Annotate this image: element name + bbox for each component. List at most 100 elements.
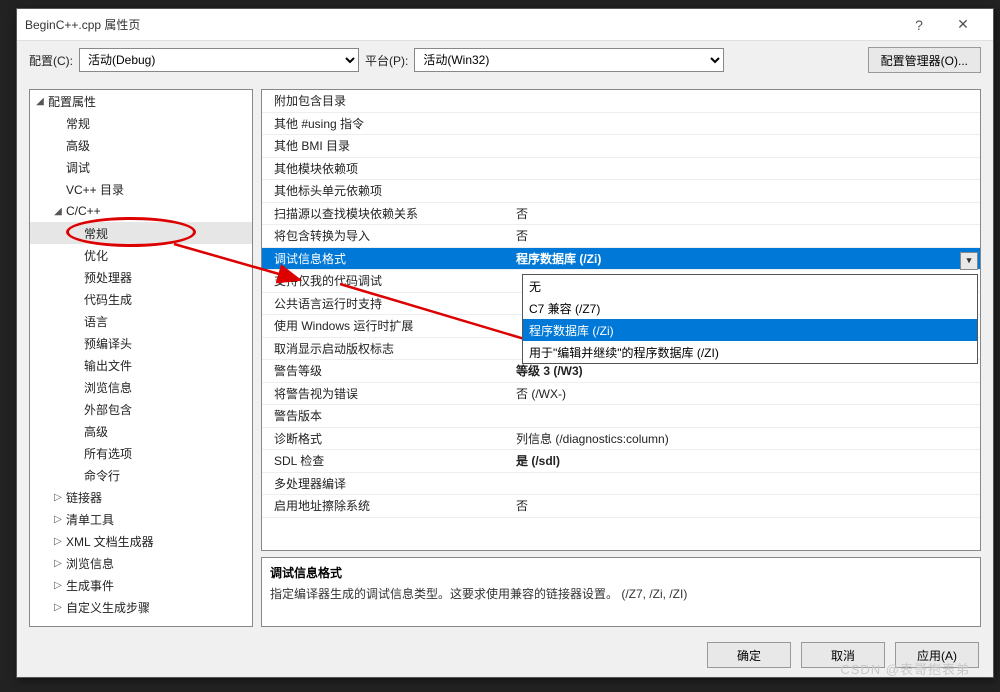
config-select[interactable]: 活动(Debug) [79, 48, 359, 72]
description-title: 调试信息格式 [270, 564, 972, 581]
tree-item-输出文件[interactable]: 输出文件 [30, 354, 252, 376]
dropdown-option[interactable]: 用于"编辑并继续"的程序数据库 (/ZI) [523, 341, 977, 363]
tree-item-生成事件[interactable]: ▷生成事件 [30, 574, 252, 596]
tree-item-label: 高级 [82, 423, 108, 440]
tree-item-浏览信息[interactable]: 浏览信息 [30, 376, 252, 398]
dropdown-option[interactable]: 程序数据库 (/Zi) [523, 319, 977, 341]
debug-format-dropdown[interactable]: 无C7 兼容 (/Z7)程序数据库 (/Zi)用于"编辑并继续"的程序数据库 (… [522, 274, 978, 364]
tree-item-调试[interactable]: 调试 [30, 156, 252, 178]
tree-item-label: 调试 [64, 159, 90, 176]
description-pane: 调试信息格式 指定编译器生成的调试信息类型。这要求使用兼容的链接器设置。 (/Z… [261, 557, 981, 627]
tree-item-label: VC++ 目录 [64, 181, 124, 198]
property-name: 警告版本 [262, 407, 510, 424]
property-name: 使用 Windows 运行时扩展 [262, 317, 510, 334]
description-body: 指定编译器生成的调试信息类型。这要求使用兼容的链接器设置。 (/Z7, /Zi,… [270, 585, 972, 603]
tree-item-配置属性[interactable]: ◢配置属性 [30, 90, 252, 112]
property-value[interactable]: 否 [510, 205, 980, 222]
tree-item-C/C++[interactable]: ◢C/C++ [30, 200, 252, 222]
config-manager-button[interactable]: 配置管理器(O)... [868, 47, 981, 73]
tree-pane[interactable]: ◢配置属性常规高级调试VC++ 目录◢C/C++常规优化预处理器代码生成语言预编… [29, 89, 253, 627]
platform-label: 平台(P): [365, 52, 408, 69]
property-grid[interactable]: 附加包含目录其他 #using 指令其他 BMI 目录其他模块依赖项其他标头单元… [261, 89, 981, 551]
tree-item-label: XML 文档生成器 [64, 533, 154, 550]
tree-item-常规[interactable]: 常规 [30, 222, 252, 244]
chevron-down-icon[interactable]: ▾ [960, 252, 978, 270]
tree-item-label: 生成事件 [64, 577, 114, 594]
tree-item-VC++ 目录[interactable]: VC++ 目录 [30, 178, 252, 200]
property-row[interactable]: SDL 检查是 (/sdl) [262, 450, 980, 473]
property-row[interactable]: 将包含转换为导入否 [262, 225, 980, 248]
property-value[interactable]: 否 [510, 497, 980, 514]
tree-item-label: 代码生成 [82, 291, 132, 308]
property-row[interactable]: 调试信息格式程序数据库 (/Zi)▾ [262, 248, 980, 271]
property-name: 诊断格式 [262, 430, 510, 447]
property-name: 附加包含目录 [262, 92, 510, 109]
property-row[interactable]: 扫描源以查找模块依赖关系否 [262, 203, 980, 226]
titlebar: BeginC++.cpp 属性页 ? ✕ [17, 9, 993, 41]
property-row[interactable]: 其他 #using 指令 [262, 113, 980, 136]
property-page-dialog: BeginC++.cpp 属性页 ? ✕ 配置(C): 活动(Debug) 平台… [16, 8, 994, 678]
property-name: 其他 #using 指令 [262, 115, 510, 132]
expand-icon[interactable]: ▷ [52, 602, 64, 613]
expand-icon[interactable]: ▷ [52, 558, 64, 569]
property-row[interactable]: 诊断格式列信息 (/diagnostics:column) [262, 428, 980, 451]
property-name: 支持仅我的代码调试 [262, 272, 510, 289]
expand-icon[interactable]: ▷ [52, 536, 64, 547]
tree-item-链接器[interactable]: ▷链接器 [30, 486, 252, 508]
config-toolbar: 配置(C): 活动(Debug) 平台(P): 活动(Win32) 配置管理器(… [17, 41, 993, 79]
tree-item-label: 常规 [82, 225, 108, 242]
ok-button[interactable]: 确定 [707, 642, 791, 668]
help-button[interactable]: ? [897, 10, 941, 40]
tree-item-XML 文档生成器[interactable]: ▷XML 文档生成器 [30, 530, 252, 552]
tree-item-label: 清单工具 [64, 511, 114, 528]
property-row[interactable]: 其他模块依赖项 [262, 158, 980, 181]
tree-item-预编译头[interactable]: 预编译头 [30, 332, 252, 354]
tree-item-代码生成[interactable]: 代码生成 [30, 288, 252, 310]
close-button[interactable]: ✕ [941, 10, 985, 40]
tree-item-浏览信息[interactable]: ▷浏览信息 [30, 552, 252, 574]
property-value[interactable]: 程序数据库 (/Zi)▾ [510, 250, 980, 267]
tree-item-label: 浏览信息 [64, 555, 114, 572]
property-value[interactable]: 等级 3 (/W3) [510, 362, 980, 379]
tree-item-优化[interactable]: 优化 [30, 244, 252, 266]
tree-item-常规[interactable]: 常规 [30, 112, 252, 134]
property-value[interactable]: 列信息 (/diagnostics:column) [510, 430, 980, 447]
property-row[interactable]: 多处理器编译 [262, 473, 980, 496]
property-value[interactable]: 否 (/WX-) [510, 385, 980, 402]
tree-item-高级[interactable]: 高级 [30, 134, 252, 156]
expand-icon[interactable]: ▷ [52, 580, 64, 591]
collapse-icon[interactable]: ◢ [52, 206, 64, 217]
tree-item-label: 预处理器 [82, 269, 132, 286]
property-row[interactable]: 启用地址擦除系统否 [262, 495, 980, 518]
property-name: 其他标头单元依赖项 [262, 182, 510, 199]
dropdown-option[interactable]: C7 兼容 (/Z7) [523, 297, 977, 319]
window-title: BeginC++.cpp 属性页 [25, 16, 897, 33]
property-row[interactable]: 附加包含目录 [262, 90, 980, 113]
config-label: 配置(C): [29, 52, 73, 69]
property-name: 将警告视为错误 [262, 385, 510, 402]
property-value[interactable]: 否 [510, 227, 980, 244]
tree-item-所有选项[interactable]: 所有选项 [30, 442, 252, 464]
property-row[interactable]: 警告版本 [262, 405, 980, 428]
expand-icon[interactable]: ▷ [52, 492, 64, 503]
tree-item-label: 高级 [64, 137, 90, 154]
tree-item-高级[interactable]: 高级 [30, 420, 252, 442]
tree-item-预处理器[interactable]: 预处理器 [30, 266, 252, 288]
dropdown-option[interactable]: 无 [523, 275, 977, 297]
tree-item-label: 浏览信息 [82, 379, 132, 396]
property-row[interactable]: 其他 BMI 目录 [262, 135, 980, 158]
platform-select[interactable]: 活动(Win32) [414, 48, 724, 72]
dialog-body: ◢配置属性常规高级调试VC++ 目录◢C/C++常规优化预处理器代码生成语言预编… [17, 79, 993, 633]
tree-item-命令行[interactable]: 命令行 [30, 464, 252, 486]
tree-item-外部包含[interactable]: 外部包含 [30, 398, 252, 420]
tree-item-自定义生成步骤[interactable]: ▷自定义生成步骤 [30, 596, 252, 618]
property-value[interactable]: 是 (/sdl) [510, 452, 980, 469]
tree-item-语言[interactable]: 语言 [30, 310, 252, 332]
property-row[interactable]: 将警告视为错误否 (/WX-) [262, 383, 980, 406]
collapse-icon[interactable]: ◢ [34, 96, 46, 107]
tree-item-清单工具[interactable]: ▷清单工具 [30, 508, 252, 530]
property-row[interactable]: 其他标头单元依赖项 [262, 180, 980, 203]
tree-item-label: 语言 [82, 313, 108, 330]
property-name: 启用地址擦除系统 [262, 497, 510, 514]
expand-icon[interactable]: ▷ [52, 514, 64, 525]
